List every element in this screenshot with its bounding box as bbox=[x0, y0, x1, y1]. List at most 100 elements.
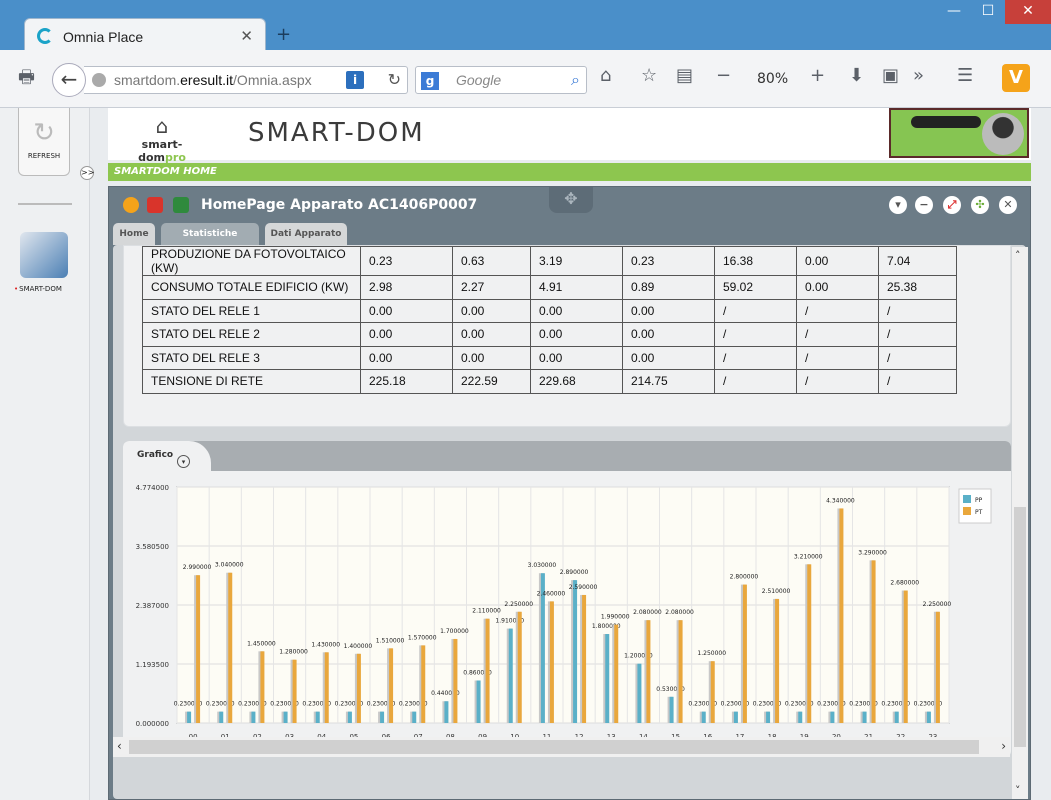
bar-pt bbox=[678, 620, 683, 723]
data-label: 4.340000 bbox=[826, 497, 855, 504]
bar-pt bbox=[710, 661, 715, 723]
avatar[interactable] bbox=[982, 113, 1024, 155]
window-close-icon[interactable]: ✕ bbox=[1005, 0, 1051, 24]
left-sidebar: ↻ REFRESH SMART-DOM >> bbox=[0, 108, 94, 800]
search-icon[interactable]: ⌕ bbox=[571, 70, 580, 90]
zoom-level[interactable]: 80% bbox=[757, 71, 788, 87]
tab-grafico[interactable]: Grafico ▾ bbox=[123, 441, 211, 471]
bar-pt bbox=[485, 618, 490, 723]
back-button[interactable]: ← bbox=[52, 63, 86, 97]
site-info-icon[interactable]: i bbox=[346, 71, 364, 89]
data-label: 2.110000 bbox=[472, 608, 501, 615]
browser-tab[interactable]: Omnia Place ✕ bbox=[24, 18, 266, 52]
new-tab-button[interactable]: + bbox=[276, 24, 291, 45]
row-label: PRODUZIONE DA FOTOVOLTAICO (KW) bbox=[142, 246, 361, 276]
data-label: 1.450000 bbox=[247, 640, 276, 647]
horizontal-scrollbar[interactable]: ‹ › bbox=[113, 737, 1010, 757]
scroll-right-icon[interactable]: › bbox=[1001, 739, 1006, 753]
smart-dom-app-icon[interactable] bbox=[20, 232, 68, 278]
table-cell: 3.19 bbox=[530, 246, 623, 276]
bar-pt bbox=[421, 645, 426, 723]
data-label: 1.280000 bbox=[279, 649, 308, 656]
legend-swatch bbox=[963, 495, 971, 503]
panel-titlebar: HomePage Apparato AC1406P0007 ✥ ▾ − ⤢ ✣ … bbox=[109, 187, 1030, 223]
horizontal-scroll-thumb[interactable] bbox=[129, 740, 979, 754]
breadcrumb[interactable]: SMARTDOM HOME bbox=[108, 163, 1031, 181]
table-cell: / bbox=[878, 322, 957, 347]
dropdown-icon[interactable]: ▾ bbox=[889, 196, 907, 214]
expand-panel-icon[interactable]: ⤢ bbox=[943, 196, 961, 214]
search-box[interactable]: g Google ⌕ bbox=[415, 66, 587, 94]
table-row: CONSUMO TOTALE EDIFICIO (KW) 2.98 2.27 4.91… bbox=[142, 275, 957, 300]
data-label: 2.990000 bbox=[183, 564, 212, 571]
data-label: 1.990000 bbox=[601, 614, 630, 621]
table-cell: 222.59 bbox=[452, 369, 531, 394]
data-label: 3.030000 bbox=[528, 562, 557, 569]
google-icon[interactable]: g bbox=[421, 72, 439, 90]
tab-title: Omnia Place bbox=[63, 29, 144, 45]
data-label: 1.400000 bbox=[344, 643, 373, 650]
screenshot-icon[interactable]: ▣ bbox=[882, 65, 899, 86]
data-label: 3.290000 bbox=[858, 549, 887, 556]
vertical-scrollbar[interactable]: ˄ ˅ bbox=[1012, 247, 1028, 799]
maximize-icon[interactable]: ☐ bbox=[971, 0, 1005, 24]
data-label: 1.570000 bbox=[408, 634, 437, 641]
table-cell: 0.63 bbox=[452, 246, 531, 276]
table-cell: 0.00 bbox=[452, 322, 531, 347]
table-cell: / bbox=[796, 298, 879, 323]
chart-options-icon[interactable]: ▾ bbox=[177, 455, 190, 468]
excel-export-icon[interactable] bbox=[173, 197, 189, 213]
tab-statistiche-consumi[interactable]: Statistiche Consumi bbox=[161, 223, 259, 261]
scroll-up-icon[interactable]: ˄ bbox=[1015, 249, 1021, 262]
table-cell: 0.00 bbox=[796, 246, 879, 276]
reload-icon[interactable]: ↻ bbox=[388, 70, 401, 89]
table-row: STATO DEL RELE 2 0.00 0.00 0.00 0.00// / bbox=[142, 322, 957, 347]
table-cell: / bbox=[714, 298, 797, 323]
reading-list-icon[interactable]: ▤ bbox=[676, 65, 693, 86]
move-handle-icon[interactable]: ✥ bbox=[549, 187, 593, 213]
pdf-export-icon[interactable] bbox=[147, 197, 163, 213]
table-cell: / bbox=[714, 345, 797, 370]
fullscreen-icon[interactable]: ✣ bbox=[971, 196, 989, 214]
home-icon[interactable]: ⌂ bbox=[600, 65, 611, 86]
user-box[interactable] bbox=[889, 108, 1029, 158]
tab-dati-apparato[interactable]: Dati Apparato bbox=[265, 223, 347, 245]
print-icon[interactable]: 🖶 bbox=[18, 65, 35, 95]
minimize-icon[interactable]: — bbox=[937, 0, 971, 24]
collapse-sidebar-button[interactable]: >> bbox=[80, 166, 94, 180]
data-label: 2.680000 bbox=[890, 580, 919, 587]
chart-tabbar: Grafico ▾ bbox=[123, 441, 1011, 471]
minimize-panel-icon[interactable]: − bbox=[915, 196, 933, 214]
tab-strip: Omnia Place ✕ + — ☐ ✕ bbox=[0, 0, 1051, 52]
zoom-in-icon[interactable]: + bbox=[810, 65, 825, 86]
vertical-scroll-thumb[interactable] bbox=[1014, 507, 1026, 747]
data-label: 2.080000 bbox=[665, 609, 694, 616]
row-label: STATO DEL RELE 3 bbox=[142, 345, 361, 370]
data-label: 1.700000 bbox=[440, 628, 469, 635]
download-icon[interactable]: ⬇ bbox=[849, 65, 864, 86]
history-icon[interactable] bbox=[123, 197, 139, 213]
tab-home[interactable]: Home bbox=[113, 223, 155, 245]
data-label: 3.040000 bbox=[215, 562, 244, 569]
table-cell: / bbox=[796, 369, 879, 394]
vpn-extension-icon[interactable]: V bbox=[1002, 64, 1030, 92]
overflow-icon[interactable]: » bbox=[913, 65, 924, 86]
bar-pp bbox=[669, 696, 674, 723]
y-tick-label: 1.193500 bbox=[136, 661, 169, 669]
panel-content: PRODUZIONE DA FOTOVOLTAICO (KW) 0.23 0.63 3… bbox=[113, 245, 1028, 799]
close-panel-icon[interactable]: ✕ bbox=[999, 196, 1017, 214]
refresh-button[interactable]: ↻ REFRESH bbox=[18, 108, 70, 176]
zoom-out-icon[interactable]: − bbox=[716, 65, 731, 86]
scroll-left-icon[interactable]: ‹ bbox=[117, 739, 122, 753]
address-bar[interactable]: smartdom.eresult.it/Omnia.aspx i ↻ bbox=[84, 66, 408, 94]
scroll-down-icon[interactable]: ˅ bbox=[1015, 784, 1021, 797]
y-tick-label: 0.000000 bbox=[136, 720, 169, 728]
y-tick-label: 4.774000 bbox=[136, 484, 169, 492]
menu-icon[interactable]: ☰ bbox=[957, 65, 973, 86]
close-tab-icon[interactable]: ✕ bbox=[240, 27, 253, 45]
bookmark-star-icon[interactable]: ☆ bbox=[641, 65, 657, 86]
panel-title: HomePage Apparato AC1406P0007 bbox=[201, 197, 478, 213]
search-placeholder: Google bbox=[456, 72, 502, 88]
app-header: ⌂ smart-dompro SMART-DOM bbox=[108, 108, 1031, 164]
logo: ⌂ smart-dompro bbox=[122, 114, 202, 164]
